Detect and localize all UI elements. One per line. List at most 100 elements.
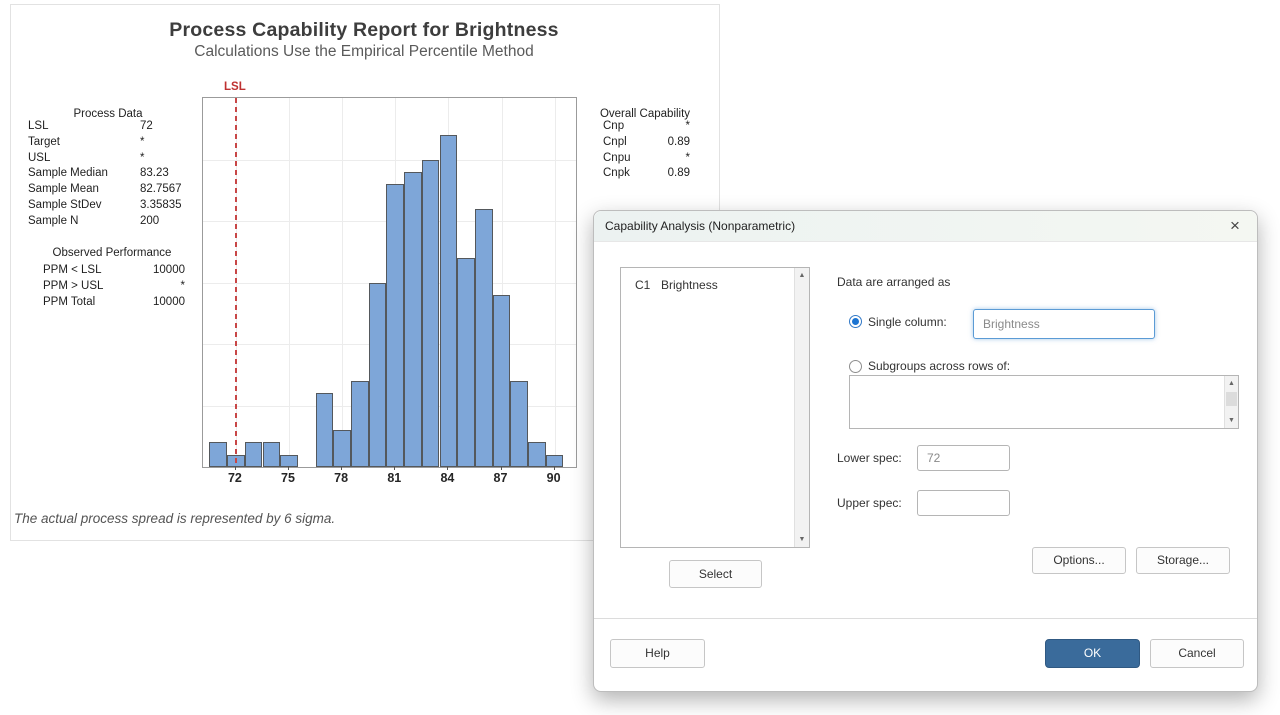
stat-label: Cnpl bbox=[603, 135, 627, 151]
ok-button[interactable]: OK bbox=[1045, 639, 1140, 668]
histogram-bar bbox=[280, 455, 298, 467]
stat-label: Target bbox=[28, 135, 140, 151]
x-tick bbox=[394, 466, 395, 470]
x-tick-label: 84 bbox=[440, 471, 454, 485]
stat-label: PPM Total bbox=[43, 295, 95, 311]
histogram-bar bbox=[209, 442, 227, 467]
stat-value: * bbox=[686, 151, 690, 167]
x-tick-label: 87 bbox=[494, 471, 508, 485]
cancel-button[interactable]: Cancel bbox=[1150, 639, 1244, 668]
scrollbar-thumb[interactable] bbox=[1226, 392, 1237, 406]
stat-label: Sample Median bbox=[28, 166, 140, 182]
stat-value: 10000 bbox=[153, 263, 185, 279]
stat-row: PPM Total 10000 bbox=[43, 295, 185, 311]
stat-value: 82.7567 bbox=[140, 182, 182, 198]
lower-spec-input[interactable] bbox=[917, 445, 1010, 471]
stat-value: * bbox=[181, 279, 185, 295]
lsl-label: LSL bbox=[224, 81, 246, 93]
stat-label: USL bbox=[28, 151, 140, 167]
upper-spec-input[interactable] bbox=[917, 490, 1010, 516]
stat-row: USL* bbox=[28, 151, 188, 167]
histogram-bar bbox=[475, 209, 493, 467]
subgroups-label: Subgroups across rows of: bbox=[868, 359, 1010, 373]
observed-performance-header: Observed Performance bbox=[28, 247, 196, 259]
listbox-scrollbar[interactable]: ▲ ▼ bbox=[794, 268, 809, 547]
histogram-bar bbox=[510, 381, 528, 467]
histogram-bar bbox=[404, 172, 422, 467]
stat-row: Cnpl 0.89 bbox=[603, 135, 690, 151]
stat-label: Cnpu bbox=[603, 151, 631, 167]
histogram-bar bbox=[263, 442, 281, 467]
storage-button[interactable]: Storage... bbox=[1136, 547, 1230, 574]
stat-label: Sample StDev bbox=[28, 198, 140, 214]
stat-value: 0.89 bbox=[668, 135, 690, 151]
overall-capability-table: Cnp*Cnpl0.89Cnpu*Cnpk0.89 bbox=[603, 119, 690, 182]
single-column-label: Single column: bbox=[868, 315, 947, 329]
x-tick bbox=[235, 466, 236, 470]
close-icon[interactable]: × bbox=[1223, 214, 1247, 238]
select-button[interactable]: Select bbox=[669, 560, 762, 588]
x-tick bbox=[501, 466, 502, 470]
report-footnote: The actual process spread is represented… bbox=[14, 511, 335, 526]
column-name: Brightness bbox=[661, 276, 718, 294]
x-tick-label: 81 bbox=[387, 471, 401, 485]
scroll-up-icon[interactable]: ▲ bbox=[1225, 376, 1238, 391]
stat-value: 83.23 bbox=[140, 166, 169, 182]
column-id: C1 bbox=[635, 276, 650, 294]
histogram-bar bbox=[440, 135, 458, 467]
x-tick bbox=[554, 466, 555, 470]
capability-analysis-dialog: Capability Analysis (Nonparametric) × C1… bbox=[593, 210, 1258, 692]
column-listbox[interactable]: C1 Brightness ▲ ▼ bbox=[620, 267, 810, 548]
list-item-c1-brightness[interactable]: C1 Brightness bbox=[621, 276, 791, 294]
x-tick-label: 75 bbox=[281, 471, 295, 485]
histogram-bar bbox=[351, 381, 369, 467]
stat-row: PPM < LSL10000 bbox=[43, 263, 185, 279]
histogram-bar bbox=[528, 442, 546, 467]
stat-value: * bbox=[686, 119, 690, 135]
arranged-as-label: Data are arranged as bbox=[837, 275, 950, 289]
histogram-bar bbox=[493, 295, 511, 467]
gridline-horizontal bbox=[203, 160, 576, 161]
stat-label: Cnp bbox=[603, 119, 624, 135]
radio-dot bbox=[852, 318, 859, 325]
scroll-up-icon[interactable]: ▲ bbox=[795, 268, 809, 283]
stat-row: Sample Mean82.7567 bbox=[28, 182, 188, 198]
subgroups-scrollbar[interactable]: ▲ ▼ bbox=[1224, 376, 1238, 428]
x-tick bbox=[447, 466, 448, 470]
x-tick bbox=[288, 466, 289, 470]
stat-label: PPM > USL bbox=[43, 279, 103, 295]
subgroups-input[interactable]: ▲ ▼ bbox=[849, 375, 1239, 429]
scroll-down-icon[interactable]: ▼ bbox=[1225, 413, 1238, 428]
single-column-input[interactable] bbox=[973, 309, 1155, 339]
stat-row: PPM > USL * bbox=[43, 279, 185, 295]
help-button[interactable]: Help bbox=[610, 639, 705, 668]
histogram-bar bbox=[333, 430, 351, 467]
x-tick bbox=[341, 466, 342, 470]
subgroups-radio[interactable] bbox=[849, 360, 862, 373]
report-subtitle: Calculations Use the Empirical Percentil… bbox=[10, 43, 718, 61]
stat-row: Cnpk0.89 bbox=[603, 166, 690, 182]
stat-label: Sample N bbox=[28, 214, 140, 230]
lower-spec-label: Lower spec: bbox=[837, 451, 902, 465]
scroll-down-icon[interactable]: ▼ bbox=[795, 532, 809, 547]
stat-value: 10000 bbox=[153, 295, 185, 311]
stat-row: Cnp * bbox=[603, 119, 690, 135]
stat-value: * bbox=[140, 151, 144, 167]
stat-value: 200 bbox=[140, 214, 159, 230]
single-column-radio[interactable] bbox=[849, 315, 862, 328]
lsl-line bbox=[235, 98, 237, 467]
x-tick-label: 90 bbox=[547, 471, 561, 485]
histogram-plot bbox=[202, 97, 577, 468]
options-button[interactable]: Options... bbox=[1032, 547, 1126, 574]
x-tick-label: 78 bbox=[334, 471, 348, 485]
report-title: Process Capability Report for Brightness bbox=[10, 19, 718, 42]
process-data-table: LSL72Target*USL*Sample Median83.23Sample… bbox=[28, 119, 188, 230]
histogram-bar bbox=[422, 160, 440, 468]
histogram-bar bbox=[316, 393, 334, 467]
stat-row: Sample N200 bbox=[28, 214, 188, 230]
stat-row: Target* bbox=[28, 135, 188, 151]
stat-label: LSL bbox=[28, 119, 140, 135]
histogram-bar bbox=[245, 442, 263, 467]
histogram-bar bbox=[369, 283, 387, 468]
stat-row: Cnpu * bbox=[603, 151, 690, 167]
